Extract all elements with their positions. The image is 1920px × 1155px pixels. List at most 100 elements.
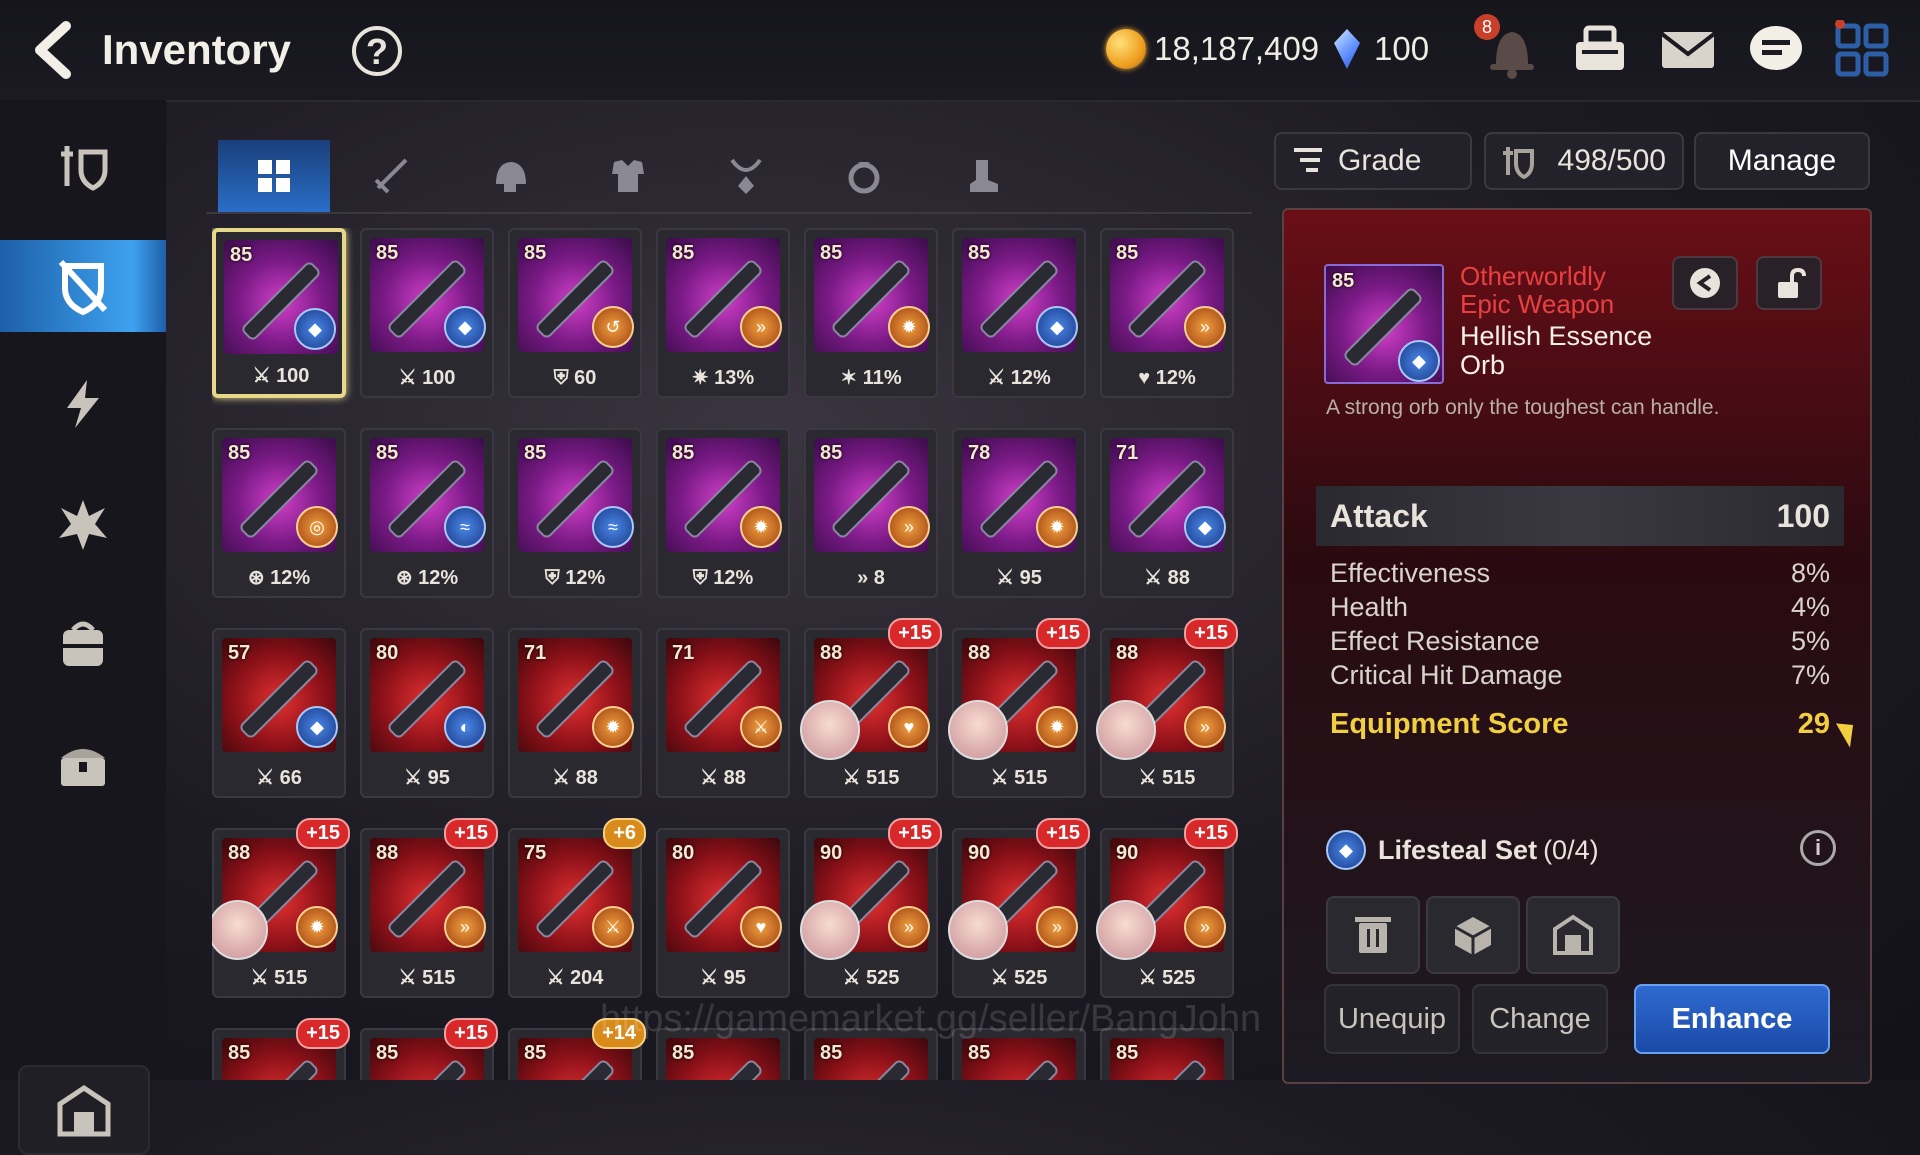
speed-set-icon: » [1036, 906, 1078, 948]
item-level: 85 [524, 242, 547, 264]
selected-item-thumbnail: 85 ◆ [1324, 264, 1444, 384]
substat-name: Effectiveness [1330, 558, 1491, 588]
speed-set-icon: » [888, 506, 930, 548]
gold-currency[interactable]: 18,187,409 [1106, 24, 1319, 74]
item-level: 71 [1116, 442, 1139, 464]
attack-stat-icon: ⚔ [842, 767, 867, 789]
item-stat-value: 12% [418, 567, 459, 589]
item-level: 71 [524, 642, 547, 664]
sidebar-item-artifacts[interactable] [0, 358, 166, 450]
inventory-item[interactable]: 71 ⚔ ⚔ 88 [656, 628, 790, 798]
tab-weapon[interactable] [336, 140, 448, 212]
item-main-stat: ⊛ 12% [214, 565, 344, 590]
inventory-item[interactable]: 90 » +15 ⚔ 525 [1096, 818, 1238, 998]
sidebar-item-materials[interactable] [0, 598, 166, 690]
inventory-item[interactable]: 85 +15 [212, 1018, 350, 1080]
manage-button[interactable]: Manage [1694, 132, 1870, 190]
inventory-item[interactable]: 85 ✹ ✶ 11% [804, 228, 938, 398]
enhance-button[interactable]: Enhance [1634, 984, 1830, 1054]
item-level: 88 [968, 642, 991, 664]
inventory-item[interactable]: 85 ◆ ⚔ 12% [952, 228, 1086, 398]
immunity-set-icon: ✹ [1036, 706, 1078, 748]
item-level: 90 [968, 842, 991, 864]
main-stat: Attack 100 [1316, 486, 1844, 546]
sidebar-item-equip[interactable] [0, 120, 166, 212]
attack-stat-icon: ⚔ [398, 367, 423, 389]
store-button[interactable] [1526, 896, 1620, 974]
extract-button[interactable] [1426, 896, 1520, 974]
item-main-stat: ✶ 11% [806, 365, 936, 390]
inventory-item[interactable]: 80 ♥ ⚔ 95 [656, 828, 790, 998]
item-level: 85 [672, 242, 695, 264]
score-value: 29 [1797, 708, 1830, 740]
inventory-item[interactable]: 85 ↺ ⛨ 60 [508, 228, 642, 398]
inventory-item[interactable]: 71 ◆ ⚔ 88 [1100, 428, 1234, 598]
sidebar-item-catalysts[interactable] [0, 478, 166, 570]
grade-sort-button[interactable]: Grade [1274, 132, 1472, 190]
inventory-item[interactable]: 85 ≈ ⛨ 12% [508, 428, 642, 598]
inventory-item[interactable]: 85 ✹ ⛨ 12% [656, 428, 790, 598]
tab-armor[interactable] [572, 140, 684, 212]
inventory-item[interactable]: 85 +15 [360, 1018, 498, 1080]
crystal-currency[interactable]: 100 [1334, 24, 1429, 74]
set-info-icon[interactable]: i [1800, 830, 1836, 866]
help-button[interactable]: ? [352, 26, 402, 76]
inventory-item[interactable]: 78 ✹ ⚔ 95 [952, 428, 1086, 598]
inventory-item[interactable]: 85 ≈ ⊛ 12% [360, 428, 494, 598]
inventory-item[interactable]: 75 ⚔ +6 ⚔ 204 [508, 818, 646, 998]
inventory-item[interactable]: 85 » ♥ 12% [1100, 228, 1234, 398]
item-level: 85 [1116, 242, 1139, 264]
inventory-item[interactable]: 90 » +15 ⚔ 525 [948, 818, 1090, 998]
item-stat-value: 515 [422, 967, 456, 989]
menu-grid-icon[interactable] [1830, 19, 1894, 80]
inventory-item[interactable]: 88 ✹ +15 ⚔ 515 [948, 618, 1090, 798]
change-button[interactable]: Change [1472, 984, 1608, 1054]
tab-necklace[interactable] [690, 140, 802, 212]
attack-stat-icon: ⚔ [1144, 567, 1168, 589]
attack-stat-icon: ⚔ [398, 967, 423, 989]
page-title: Inventory [102, 26, 292, 73]
inventory-item[interactable]: 88 » +15 ⚔ 515 [1096, 618, 1238, 798]
inventory-item[interactable]: 80 ◐ ⚔ 95 [360, 628, 494, 798]
tab-ring[interactable] [808, 140, 920, 212]
inventory-item[interactable]: 85»» 8 [804, 428, 938, 598]
inventory-item[interactable]: 90 » +15 ⚔ 525 [800, 818, 942, 998]
substat-name: Critical Hit Damage [1330, 660, 1563, 690]
item-main-stat: ⚔ 95 [658, 965, 788, 990]
lock-button[interactable] [1756, 256, 1822, 310]
inventory-item[interactable]: 71 ✹ ⚔ 88 [508, 628, 642, 798]
sidebar-item-chests[interactable] [0, 718, 166, 810]
mail-icon[interactable] [1656, 20, 1720, 80]
sidebar-storage-button[interactable] [18, 1065, 150, 1155]
inventory-item[interactable]: 85 ◆ ⚔ 100 [360, 228, 494, 398]
tab-helmet[interactable] [454, 140, 566, 212]
torrent-set-icon: ≈ [444, 506, 486, 548]
item-main-stat: ⊛ 12% [362, 565, 492, 590]
inventory-item[interactable]: 57 ◆ ⚔ 66 [212, 628, 346, 798]
inventory-item[interactable]: 88 ♥ +15 ⚔ 515 [800, 618, 942, 798]
unequip-button[interactable]: Unequip [1324, 984, 1460, 1054]
substat-name: Effect Resistance [1330, 626, 1540, 656]
inventory-item[interactable]: 88 ✹ +15 ⚔ 515 [212, 818, 350, 998]
tab-boots[interactable] [926, 140, 1038, 212]
sell-button[interactable] [1326, 896, 1420, 974]
inventory-item[interactable]: 85 ◆ ⚔ 100 [212, 228, 346, 398]
item-main-stat: ⚔ 515 [806, 765, 936, 790]
inventory-item[interactable]: 85 » ✷ 13% [656, 228, 790, 398]
share-button[interactable] [1672, 256, 1738, 310]
chat-icon[interactable] [1744, 20, 1808, 80]
selected-item-level: 85 [1332, 270, 1355, 292]
item-main-stat: ⚔ 88 [1102, 565, 1232, 590]
attack-set-icon: ⚔ [740, 706, 782, 748]
item-stat-value: 515 [274, 967, 308, 989]
party-icon[interactable] [1568, 20, 1632, 80]
inventory-capacity[interactable]: 498/500 [1484, 132, 1684, 190]
attack-stat-icon: ⚔ [252, 365, 277, 387]
back-arrow-icon[interactable] [30, 20, 86, 80]
inventory-item[interactable]: 88 » +15 ⚔ 515 [360, 818, 498, 998]
inventory-item[interactable]: 85 ◎ ⊛ 12% [212, 428, 346, 598]
lifesteal-set-icon: ◆ [1036, 306, 1078, 348]
tab-all[interactable] [218, 140, 330, 212]
item-main-stat: ⚔ 515 [362, 965, 492, 990]
sidebar-item-equipment[interactable] [0, 240, 166, 332]
